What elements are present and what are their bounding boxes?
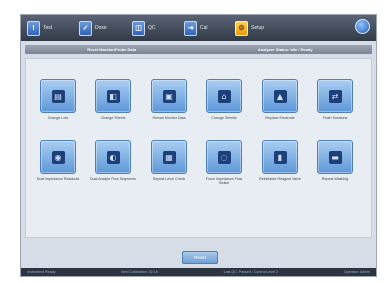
tile-label: Change Lots	[47, 116, 69, 120]
mode-label: Setup	[251, 25, 265, 31]
mode-cal-button[interactable]: ⇥ Cal	[184, 19, 208, 37]
tile-change-lots[interactable]: ▤ Change Lots	[37, 79, 79, 131]
flush-solutions-icon: ⇄	[328, 89, 342, 103]
tile-change-sheets[interactable]: ◧ Change Sheets	[92, 79, 134, 131]
tile-label: Dual Analyte Flow Segments	[90, 177, 136, 181]
tile-button[interactable]: ▬	[317, 140, 353, 174]
status-item: Operator: Admin	[343, 270, 370, 274]
tile-button[interactable]: ▤	[40, 79, 76, 113]
panel-header-right: Analyzer Status: Idle / Ready	[257, 47, 313, 52]
setup-icon: ⚙	[235, 20, 248, 36]
qc-icon: ◫	[132, 20, 145, 36]
panel-header-left: Reset Monitor/Probe Data	[87, 47, 137, 52]
tile-flush-solutions[interactable]: ⇄ Flush Solutions	[314, 79, 356, 131]
repeat-washing-icon: ▬	[328, 150, 342, 164]
tile-button[interactable]: ◧	[95, 79, 131, 113]
tile-label: Flush Solutions	[322, 116, 348, 120]
tile-label: Change Sheets	[100, 116, 126, 120]
tile-reload-monitor[interactable]: ▣ Reload Monitor Data	[148, 79, 190, 131]
change-lots-icon: ▤	[51, 89, 65, 103]
tile-button[interactable]: ◐	[95, 140, 131, 174]
mode-label: Cal	[200, 25, 208, 31]
tile-button[interactable]: ◉	[40, 140, 76, 174]
change-sheets-icon: ◧	[106, 89, 120, 103]
mode-setup-button[interactable]: ⚙ Setup	[235, 19, 264, 37]
test-icon: I	[27, 20, 40, 36]
status-item: Instrument Ready	[27, 270, 56, 274]
tile-dual-impedance[interactable]: ◉ Dual Impedance Readouts	[37, 140, 79, 192]
tile-label: Reload Monitor Data	[152, 116, 186, 120]
globe-icon[interactable]	[355, 19, 370, 34]
status-bar: Instrument Ready Next Calibration: 02:15…	[21, 268, 376, 276]
mode-dose-button[interactable]: ✓ Dose	[79, 19, 107, 37]
force-impedance-icon: ◌	[217, 150, 231, 164]
tile-button[interactable]: ⌂	[206, 79, 242, 113]
tile-button[interactable]: ▣	[151, 79, 187, 113]
tile-button[interactable]: ▮	[262, 140, 298, 174]
mode-test-button[interactable]: I Test	[27, 19, 52, 37]
reinitialize-icon: ▮	[273, 150, 287, 164]
replace-electrode-icon: ▲	[273, 89, 287, 103]
tile-label: Force Impedance Flow Switch	[205, 177, 243, 186]
analyzer-screen: I Test ✓ Dose ◫ QC ⇥ Cal ⚙ Setup Reset M…	[20, 14, 377, 277]
tile-label: Reinitialize Reagent Valve	[259, 177, 301, 181]
tile-reinitialize[interactable]: ▮ Reinitialize Reagent Valve	[259, 140, 301, 192]
tile-dual-analyte[interactable]: ◐ Dual Analyte Flow Segments	[90, 140, 136, 192]
repeat-level-icon: ▦	[162, 150, 176, 164]
mode-label: Dose	[95, 25, 107, 31]
tile-force-impedance[interactable]: ◌ Force Impedance Flow Switch	[203, 140, 245, 192]
mode-label: Test	[43, 25, 53, 31]
maintenance-grid: ▤ Change Lots ◧ Change Sheets ▣ Reload M…	[25, 58, 372, 238]
tile-label: Repeat Level Check	[152, 177, 186, 181]
status-item: Last QC: Passed / Control Level 2	[223, 270, 278, 274]
tile-label: Repeat Washing	[321, 177, 349, 181]
mode-label: QC	[148, 25, 156, 31]
reload-monitor-icon: ▣	[162, 89, 176, 103]
mode-toolbar: I Test ✓ Dose ◫ QC ⇥ Cal ⚙ Setup	[21, 15, 376, 41]
tile-label: Change Shields	[211, 116, 237, 120]
tile-button[interactable]: ◌	[206, 140, 242, 174]
cal-icon: ⇥	[184, 20, 197, 36]
mode-qc-button[interactable]: ◫ QC	[132, 19, 156, 37]
tile-repeat-washing[interactable]: ▬ Repeat Washing	[314, 140, 356, 192]
tile-change-shields[interactable]: ⌂ Change Shields	[203, 79, 245, 131]
dual-analyte-icon: ◐	[106, 150, 120, 164]
tile-label: Replace Electrode	[265, 116, 295, 120]
status-item: Next Calibration: 02:15	[121, 270, 158, 274]
tile-button[interactable]: ▦	[151, 140, 187, 174]
change-shields-icon: ⌂	[217, 89, 231, 103]
tile-label: Dual Impedance Readouts	[36, 177, 80, 181]
dual-impedance-icon: ◉	[51, 150, 65, 164]
tile-button[interactable]: ▲	[262, 79, 298, 113]
tile-repeat-level[interactable]: ▦ Repeat Level Check	[148, 140, 190, 192]
reset-button[interactable]: Reset	[182, 251, 218, 264]
tile-replace-electrode[interactable]: ▲ Replace Electrode	[259, 79, 301, 131]
dose-icon: ✓	[79, 20, 92, 36]
panel-header: Reset Monitor/Probe Data Analyzer Status…	[25, 45, 372, 54]
tile-button[interactable]: ⇄	[317, 79, 353, 113]
